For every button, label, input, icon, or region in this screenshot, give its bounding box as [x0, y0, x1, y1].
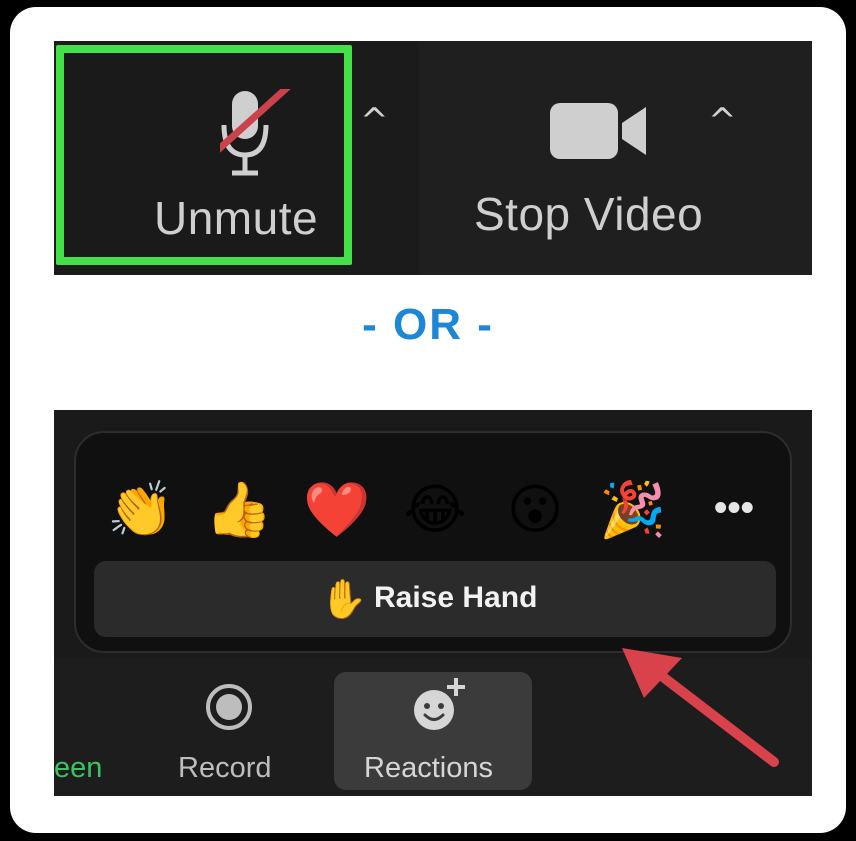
stop-video-label: Stop Video — [474, 188, 704, 240]
party-popper-emoji-icon[interactable]: 🎉 — [598, 475, 668, 545]
meeting-controls-top: Unmute ^ Stop Video ^ — [54, 41, 812, 275]
heart-emoji-icon[interactable]: ❤️ — [302, 475, 372, 545]
raise-hand-button[interactable]: ✋ Raise Hand — [94, 561, 776, 637]
raised-hand-icon: ✋ — [320, 577, 368, 621]
meeting-controls-bottom: 👏 👍 ❤️ 😂 😮 🎉 ••• ✋ Raise Hand een Record — [54, 410, 812, 796]
clap-emoji-icon[interactable]: 👏 — [106, 475, 176, 545]
reactions-button[interactable]: Reactions — [334, 672, 532, 790]
reactions-popup: 👏 👍 ❤️ 😂 😮 🎉 ••• ✋ Raise Hand — [74, 431, 792, 653]
video-camera-icon — [550, 103, 646, 159]
record-button[interactable]: Record — [164, 672, 294, 796]
record-icon — [206, 684, 252, 730]
stop-video-button[interactable]: Stop Video — [454, 41, 754, 275]
muted-microphone-icon — [220, 89, 291, 176]
laughing-emoji-icon[interactable]: 😂 — [400, 475, 470, 545]
surprised-emoji-icon[interactable]: 😮 — [500, 475, 570, 545]
audio-options-caret-icon[interactable]: ^ — [360, 101, 389, 141]
unmute-button[interactable]: Unmute — [56, 45, 352, 265]
add-reaction-smiley-icon — [414, 678, 465, 730]
more-reactions-icon[interactable]: ••• — [704, 477, 764, 547]
or-divider: - OR - — [362, 300, 494, 349]
unmute-label: Unmute — [154, 192, 319, 244]
reactions-label: Reactions — [364, 752, 493, 784]
share-screen-label-fragment[interactable]: een — [54, 752, 102, 785]
raise-hand-label: Raise Hand — [374, 581, 538, 614]
pointer-arrow-icon — [622, 648, 779, 767]
record-label: Record — [178, 752, 272, 784]
thumbs-up-emoji-icon[interactable]: 👍 — [204, 475, 274, 545]
video-options-caret-icon[interactable]: ^ — [708, 101, 737, 141]
